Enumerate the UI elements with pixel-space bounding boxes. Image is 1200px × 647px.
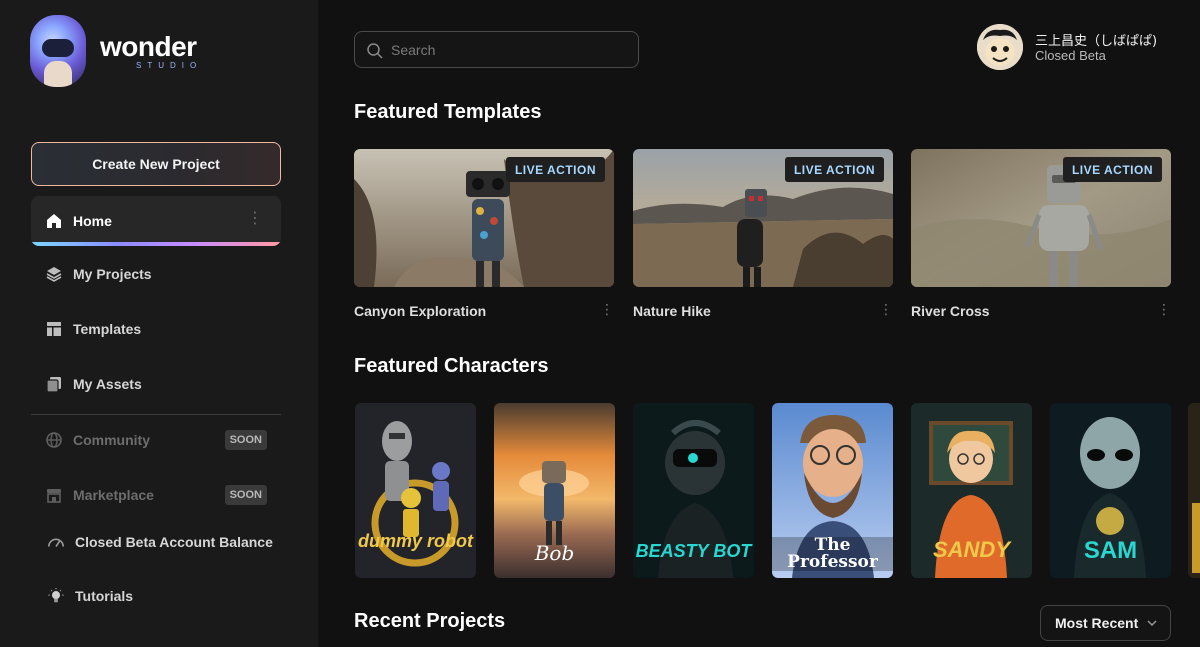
layers-icon: [45, 265, 63, 283]
character-card-the-professor[interactable]: The Professor: [772, 403, 893, 578]
sidebar-item-label: My Projects: [73, 266, 152, 282]
avatar: [977, 24, 1023, 70]
template-name[interactable]: Nature Hike: [633, 303, 711, 319]
character-name: dummy robot: [358, 531, 473, 551]
sidebar-item-home[interactable]: Home ⋮: [31, 196, 281, 246]
sidebar-item-account-balance[interactable]: Closed Beta Account Balance: [31, 527, 281, 557]
character-card-sandy[interactable]: SANDY: [911, 403, 1032, 578]
sidebar-item-marketplace: Marketplace SOON: [31, 480, 281, 510]
character-card-partial[interactable]: [1188, 403, 1200, 578]
sort-dropdown-label: Most Recent: [1055, 615, 1139, 631]
sidebar-divider: [31, 414, 281, 415]
template-card-canyon[interactable]: LIVE ACTION: [354, 149, 614, 287]
sidebar-item-community: Community SOON: [31, 425, 281, 455]
sidebar-item-label: Closed Beta Account Balance: [75, 534, 273, 550]
character-name: SAM: [1083, 537, 1138, 564]
create-new-project-button[interactable]: Create New Project: [31, 142, 281, 186]
soon-badge: SOON: [224, 485, 267, 505]
template-name[interactable]: Canyon Exploration: [354, 303, 486, 319]
search-input[interactable]: [391, 32, 631, 67]
sidebar-item-my-projects[interactable]: My Projects: [31, 259, 281, 289]
featured-templates-title: Featured Templates: [354, 101, 542, 123]
sidebar: wonder STUDIO Create New Project Home ⋮ …: [0, 0, 318, 647]
home-icon: [45, 212, 63, 230]
sidebar-item-templates[interactable]: Templates: [31, 314, 281, 344]
user-name: 三上昌史（しばぱぱ): [1035, 34, 1158, 49]
character-name: BEASTY BOT: [635, 541, 752, 561]
template-name[interactable]: River Cross: [911, 303, 990, 319]
template-card-river-cross[interactable]: LIVE ACTION: [911, 149, 1171, 287]
user-status: Closed Beta: [1035, 48, 1106, 63]
live-action-badge: LIVE ACTION: [505, 157, 605, 182]
sidebar-item-tutorials[interactable]: Tutorials: [31, 581, 281, 611]
recent-projects-title: Recent Projects: [354, 610, 506, 632]
template-more-icon[interactable]: ⋮: [600, 302, 614, 316]
live-action-badge: LIVE ACTION: [784, 157, 884, 182]
robot-logo-icon: [30, 15, 86, 87]
assets-icon: [45, 375, 63, 393]
character-name: Bob: [534, 541, 575, 565]
character-thumbnail: [1188, 403, 1200, 578]
sidebar-item-label: Templates: [73, 321, 142, 337]
sidebar-item-my-assets[interactable]: My Assets: [31, 369, 281, 399]
sort-dropdown[interactable]: Most Recent: [1040, 605, 1171, 641]
user-profile[interactable]: 三上昌史（しばぱぱ) Closed Beta: [977, 24, 1187, 70]
search-icon: [366, 42, 384, 60]
character-card-bob[interactable]: Bob: [494, 403, 615, 578]
sidebar-item-label: Community: [73, 432, 150, 448]
character-card-beasty-bot[interactable]: BEASTY BOT: [633, 403, 754, 578]
character-card-sam[interactable]: SAM: [1050, 403, 1171, 578]
gauge-icon: [47, 533, 65, 551]
soon-badge: SOON: [224, 430, 267, 450]
logo-wordmark: wonder: [100, 31, 197, 62]
lightbulb-icon: [47, 587, 65, 605]
sidebar-item-label: Tutorials: [75, 588, 134, 604]
template-more-icon[interactable]: ⋮: [879, 302, 893, 316]
character-name: SANDY: [932, 537, 1010, 562]
home-more-icon[interactable]: ⋮: [247, 211, 263, 227]
logo-subtitle: STUDIO: [136, 61, 203, 70]
store-icon: [45, 486, 63, 504]
chevron-down-icon: [1147, 620, 1157, 627]
sidebar-item-label: My Assets: [73, 376, 142, 392]
sidebar-item-label: Marketplace: [73, 487, 154, 503]
wonder-studio-logo[interactable]: wonder STUDIO: [30, 15, 230, 89]
template-more-icon[interactable]: ⋮: [1157, 302, 1171, 316]
globe-icon: [45, 431, 63, 449]
template-icon: [45, 320, 63, 338]
featured-characters-title: Featured Characters: [354, 355, 549, 377]
live-action-badge: LIVE ACTION: [1062, 157, 1162, 182]
sidebar-item-label: Home: [73, 213, 112, 229]
search-box: [354, 31, 639, 68]
character-card-dummy-robot[interactable]: dummy robot: [355, 403, 476, 578]
template-card-nature-hike[interactable]: LIVE ACTION: [633, 149, 893, 287]
character-name: The Professor: [772, 537, 893, 571]
active-indicator: [31, 242, 281, 246]
